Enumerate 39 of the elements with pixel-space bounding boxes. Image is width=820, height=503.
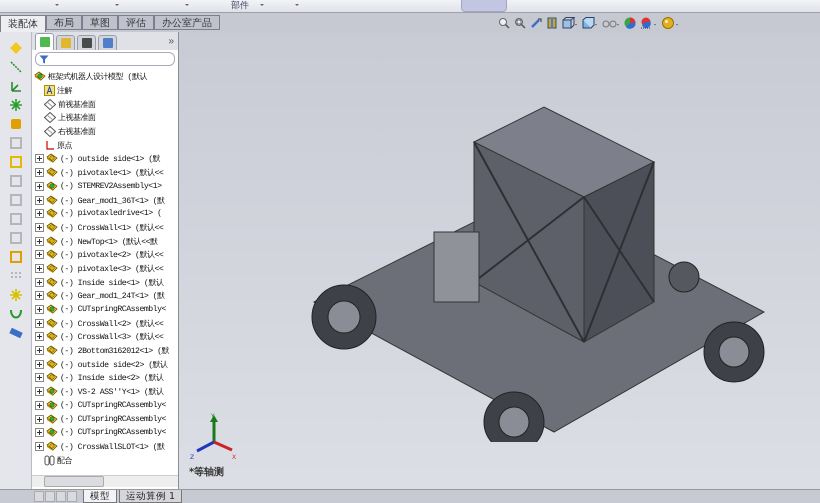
view-name-label: *等轴测 — [189, 466, 224, 479]
command-tab[interactable]: 草图 — [82, 15, 118, 30]
tree-item[interactable]: (-) CUTspringRCAssembly< — [60, 400, 166, 410]
command-tab[interactable]: 布局 — [46, 15, 82, 30]
tree-item[interactable]: 注解 — [57, 85, 72, 96]
tree-item[interactable]: (-) Gear_mod1_24T<1> (默 — [60, 290, 165, 302]
tree-item[interactable]: (-) CrossWallSLOT<1> (默 — [60, 440, 165, 452]
tree-item[interactable]: (-) 2Bottom3162012<1> (默 — [60, 345, 170, 356]
tree-item[interactable]: (-) STEMREV2Assembly<1> — [60, 182, 162, 191]
command-tab[interactable]: 装配体 — [0, 15, 46, 32]
bottom-tab[interactable]: 模型 — [83, 490, 117, 503]
tree-item[interactable]: (-) CUTspringRCAssembly< — [60, 414, 166, 424]
tree-item[interactable]: (-) outside side<2> (默认 — [60, 358, 168, 370]
tree-item[interactable]: (-) outside side<1> (默 — [60, 153, 160, 164]
tree-item[interactable]: (-) Inside side<2> (默认 — [60, 372, 164, 384]
command-tab[interactable]: 评估 — [118, 15, 154, 30]
tree-item[interactable]: 右视基准面 — [58, 126, 96, 138]
tree-item[interactable]: 配合 — [57, 454, 72, 466]
tree-item[interactable]: (-) pivotaxle<1> (默认<< — [60, 167, 164, 178]
tree-item[interactable]: (-) CrossWall<3> (默认<< — [60, 331, 164, 342]
tree-item[interactable]: (-) CUTspringRCAssembly< — [60, 305, 166, 314]
tree-item[interactable]: (-) NewTop<1> (默认<<默 — [60, 236, 158, 247]
toolbar-label: 部件 — [230, 0, 250, 12]
tree-item[interactable]: (-) Inside side<1> (默认 — [60, 276, 164, 288]
tree-item[interactable]: (-) VS-2 ASS''Y<1> (默认 — [60, 386, 164, 398]
tree-item[interactable]: (-) CrossWall<1> (默认<< — [60, 222, 164, 233]
tree-item[interactable]: 前视基准面 — [58, 98, 96, 110]
bottom-tab[interactable]: 运动算例 1 — [119, 490, 182, 503]
tree-item[interactable]: (-) pivotaxle<2> (默认<< — [60, 249, 164, 260]
tree-item[interactable]: 原点 — [57, 140, 72, 151]
more-tabs-button[interactable]: » — [168, 36, 174, 46]
tree-item[interactable]: (-) Gear_mod1_36T<1> (默 — [60, 194, 165, 206]
tree-item[interactable]: 上视基准面 — [58, 112, 96, 124]
tree-item[interactable]: (-) CrossWall<2> (默认<< — [60, 318, 164, 329]
command-tab[interactable]: 办公室产品 — [154, 15, 220, 30]
tree-root-label[interactable]: 框架式机器人设计模型 (默认 — [48, 71, 147, 82]
tree-item[interactable]: (-) pivotaxledrive<1> ( — [60, 209, 162, 218]
tree-item[interactable]: (-) pivotaxle<3> (默认<< — [60, 262, 164, 274]
tree-item[interactable]: (-) CUTspringRCAssembly< — [60, 428, 166, 438]
